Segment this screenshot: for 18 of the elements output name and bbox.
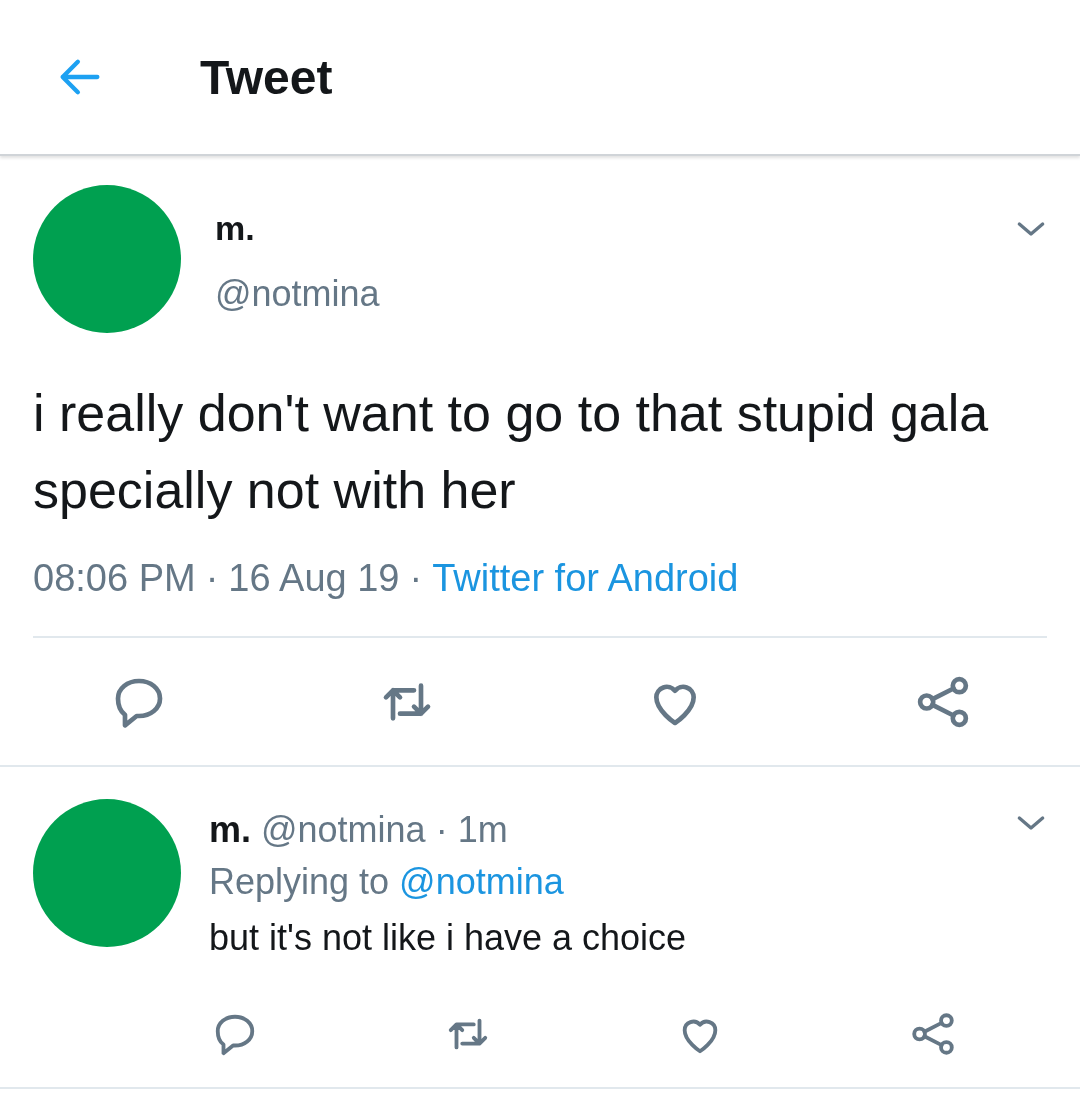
- timestamp: 08:06 PM: [33, 557, 196, 600]
- window-title: Tweet: [200, 49, 333, 105]
- mention-link[interactable]: @notmina: [399, 861, 564, 903]
- share-icon[interactable]: [915, 674, 971, 730]
- reply-text: but it's not like i have a choice: [209, 917, 688, 959]
- username[interactable]: @notmina: [215, 273, 1011, 315]
- source-link[interactable]: Twitter for Android: [432, 557, 739, 600]
- tweet-text: i really don't want to go to that stupid gala specially not with her: [33, 383, 990, 521]
- share-icon[interactable]: [909, 1011, 956, 1057]
- separator: ·: [435, 809, 448, 851]
- timestamp: 1m: [457, 809, 508, 851]
- display-name[interactable]: m.: [215, 209, 1011, 248]
- separator: ·: [205, 557, 219, 600]
- display-name[interactable]: m.: [209, 809, 251, 851]
- replying-label: Replying to: [209, 861, 390, 903]
- separator: ·: [409, 557, 423, 600]
- username[interactable]: @notmina: [261, 809, 426, 851]
- timestamp: 16 Aug 19: [228, 557, 400, 600]
